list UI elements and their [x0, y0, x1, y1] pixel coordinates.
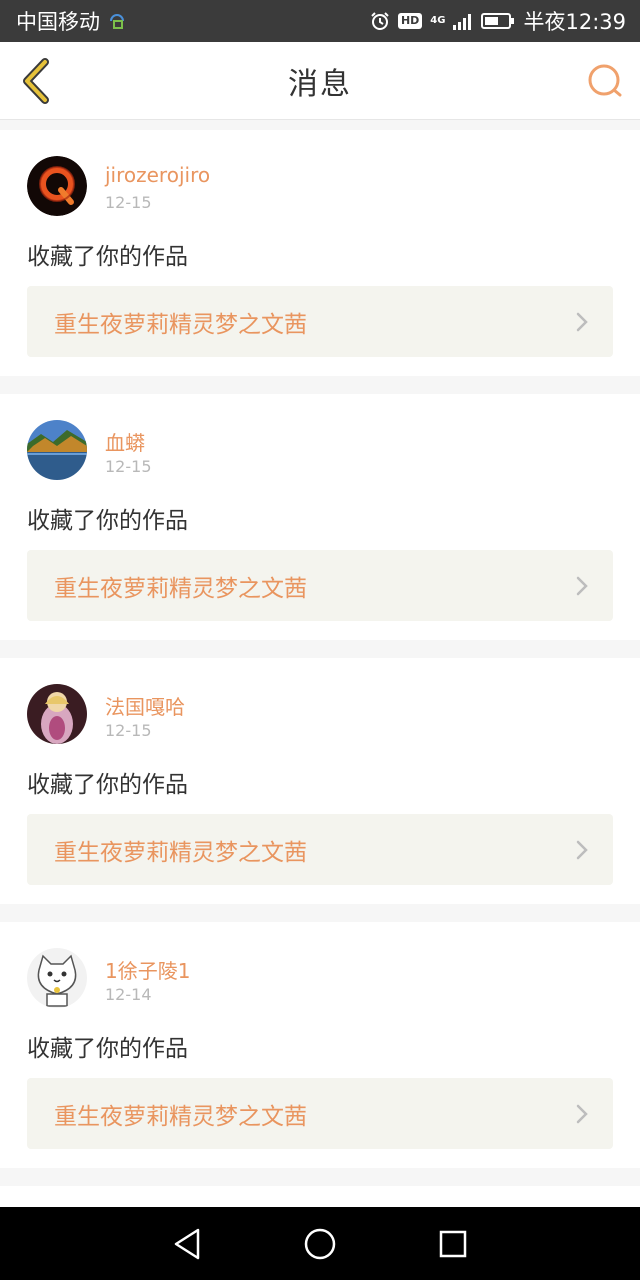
message-text: 收藏了你的作品	[27, 772, 188, 798]
user-name[interactable]: 法国嘎哈	[105, 691, 185, 720]
chevron-right-icon	[576, 312, 588, 332]
avatar[interactable]	[27, 156, 87, 216]
avatar-image	[27, 948, 87, 1008]
message-text: 收藏了你的作品	[27, 1036, 188, 1062]
signal-icon	[453, 12, 473, 30]
avatar-image	[27, 684, 87, 744]
work-title: 重生夜萝莉精灵梦之文茜	[54, 1103, 307, 1130]
status-bar: 中国移动 HD 4G 半夜12:39	[0, 0, 640, 42]
message-card: jirozerojiro 12-15 收藏了你的作品 重生夜萝莉精灵梦之文茜	[0, 130, 640, 376]
message-date: 12-15	[105, 457, 152, 476]
avatar[interactable]	[27, 684, 87, 744]
chevron-right-icon	[576, 576, 588, 596]
user-name[interactable]: 血蟒	[105, 427, 145, 456]
message-text: 收藏了你的作品	[27, 508, 188, 534]
chevron-left-icon	[23, 58, 49, 104]
work-title: 重生夜萝莉精灵梦之文茜	[54, 311, 307, 338]
nav-recents-button[interactable]	[423, 1214, 483, 1274]
avatar-image	[27, 420, 87, 480]
avatar-image	[27, 156, 87, 216]
page-title: 消息	[288, 66, 352, 102]
system-nav-bar	[0, 1207, 640, 1280]
nav-recents-icon	[440, 1230, 467, 1257]
avatar[interactable]	[27, 420, 87, 480]
alarm-icon	[370, 11, 390, 31]
nav-back-icon	[174, 1228, 199, 1259]
carrier-label: 中国移动	[16, 10, 100, 34]
work-link[interactable]: 重生夜萝莉精灵梦之文茜	[27, 814, 613, 885]
search-icon	[588, 64, 622, 97]
clock: 半夜12:39	[523, 10, 626, 34]
nav-back-button[interactable]	[157, 1214, 217, 1274]
battery-icon	[481, 12, 515, 30]
user-name[interactable]: 1徐子陵1	[105, 955, 190, 984]
message-card: 1徐子陵1 12-14 收藏了你的作品 重生夜萝莉精灵梦之文茜	[0, 922, 640, 1168]
hd-badge: HD	[397, 13, 423, 29]
nav-home-icon	[304, 1228, 336, 1259]
search-button[interactable]	[584, 60, 626, 102]
user-name[interactable]: jirozerojiro	[105, 163, 210, 187]
message-text: 收藏了你的作品	[27, 244, 188, 270]
status-left: 中国移动	[16, 6, 126, 36]
vpn-icon	[108, 11, 126, 31]
work-link[interactable]: 重生夜萝莉精灵梦之文茜	[27, 286, 613, 357]
work-title: 重生夜萝莉精灵梦之文茜	[54, 575, 307, 602]
message-card: 血蟒 12-15 收藏了你的作品 重生夜萝莉精灵梦之文茜	[0, 394, 640, 640]
message-date: 12-14	[105, 985, 152, 1004]
network-type: 4G	[430, 15, 446, 26]
work-title: 重生夜萝莉精灵梦之文茜	[54, 839, 307, 866]
message-date: 12-15	[105, 193, 152, 212]
back-button[interactable]	[14, 58, 58, 104]
work-link[interactable]: 重生夜萝莉精灵梦之文茜	[27, 1078, 613, 1149]
work-link[interactable]: 重生夜萝莉精灵梦之文茜	[27, 550, 613, 621]
message-date: 12-15	[105, 721, 152, 740]
message-card: 法国嘎哈 12-15 收藏了你的作品 重生夜萝莉精灵梦之文茜	[0, 658, 640, 904]
avatar[interactable]	[27, 948, 87, 1008]
app-header: 消息	[0, 42, 640, 120]
chevron-right-icon	[576, 1104, 588, 1124]
status-right: HD 4G 半夜12:39	[370, 6, 626, 36]
nav-home-button[interactable]	[290, 1214, 350, 1274]
chevron-right-icon	[576, 840, 588, 860]
